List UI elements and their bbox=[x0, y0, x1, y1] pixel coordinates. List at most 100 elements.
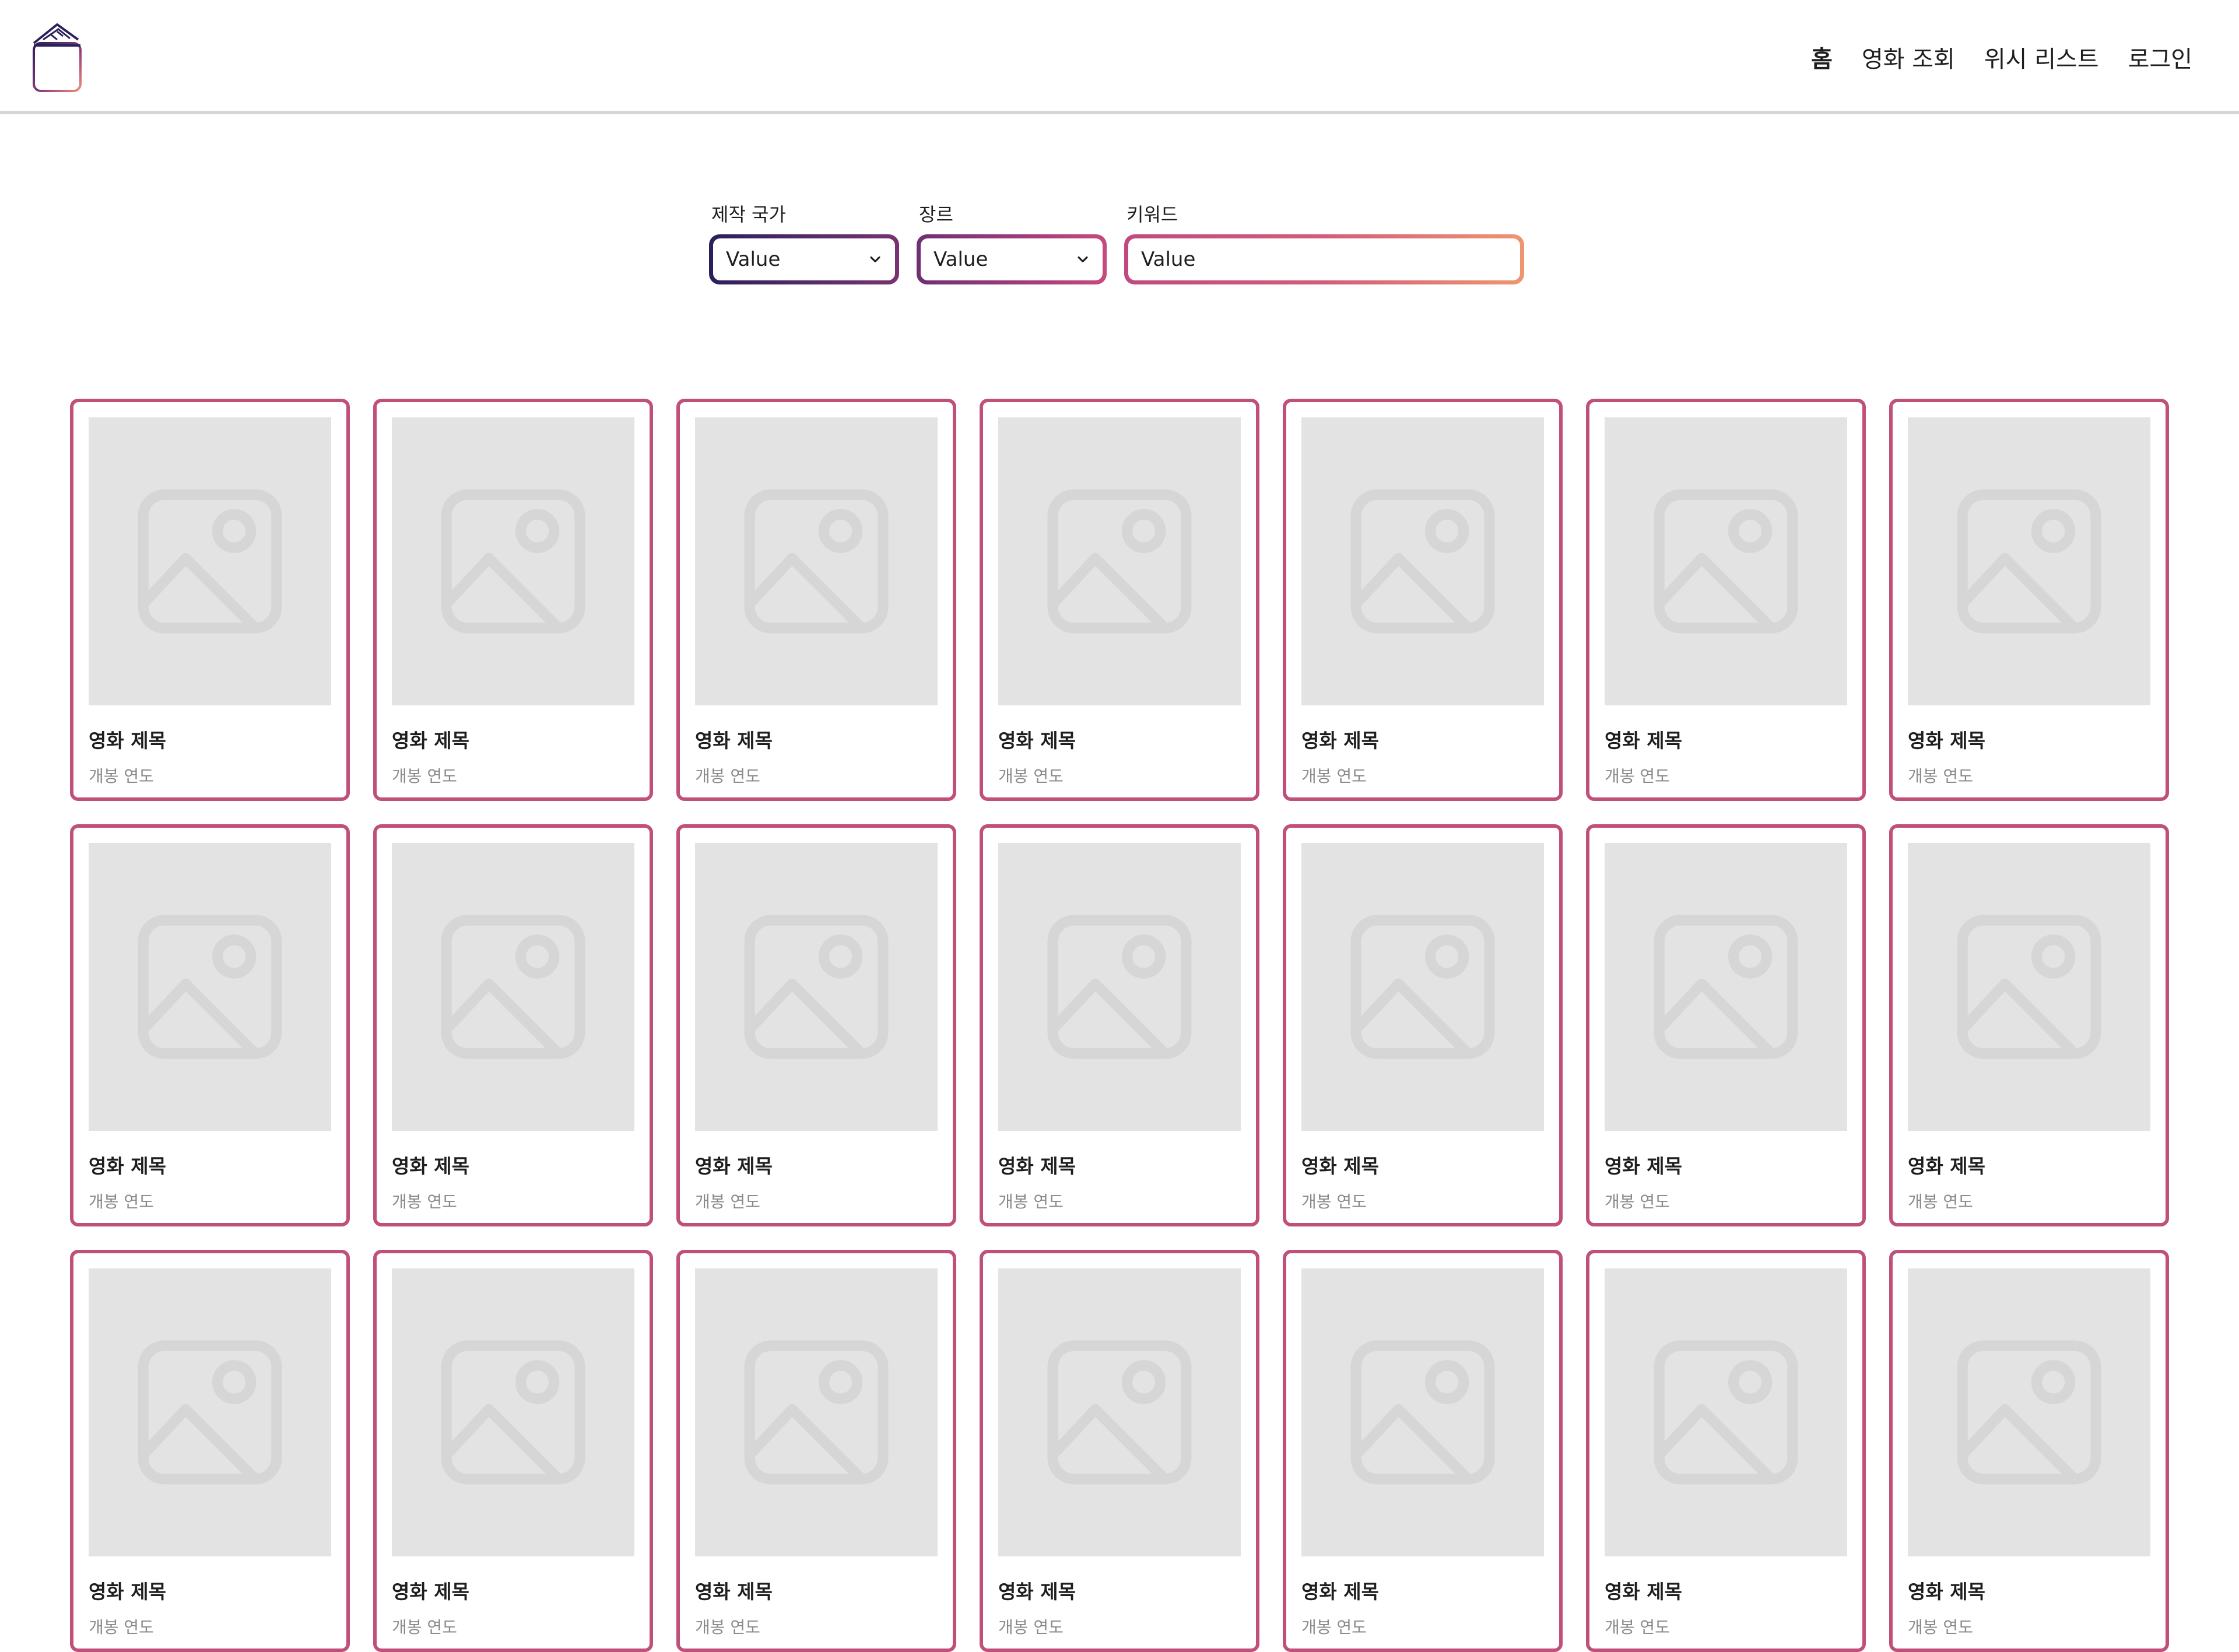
movie-card[interactable]: 영화 제목 개봉 연도 bbox=[676, 399, 956, 801]
image-placeholder-icon bbox=[1047, 1340, 1192, 1485]
movie-card[interactable]: 영화 제목 개봉 연도 bbox=[1586, 824, 1866, 1226]
movie-title: 영화 제목 bbox=[695, 1580, 773, 1603]
movie-poster-placeholder bbox=[392, 1268, 634, 1556]
movie-release-year: 개봉 연도 bbox=[998, 1618, 1064, 1637]
country-filter-label: 제작 국가 bbox=[711, 203, 786, 226]
movie-title: 영화 제목 bbox=[1301, 1155, 1379, 1178]
movie-release-year: 개봉 연도 bbox=[1301, 767, 1367, 786]
movie-poster-placeholder bbox=[1301, 1268, 1544, 1556]
country-select-border: Value bbox=[709, 234, 899, 284]
movie-title: 영화 제목 bbox=[392, 1155, 469, 1178]
wallet-ticket-logo-icon[interactable] bbox=[31, 22, 85, 93]
movie-poster-placeholder bbox=[1908, 417, 2150, 705]
movie-poster-placeholder bbox=[695, 1268, 938, 1556]
movie-card[interactable]: 영화 제목 개봉 연도 bbox=[980, 824, 1259, 1226]
image-placeholder-icon bbox=[441, 915, 585, 1059]
movie-card[interactable]: 영화 제목 개봉 연도 bbox=[373, 824, 653, 1226]
nav-login[interactable]: 로그인 bbox=[2128, 40, 2192, 74]
nav-home[interactable]: 홈 bbox=[1811, 40, 1833, 74]
keyword-input-border: Value bbox=[1124, 234, 1524, 284]
image-placeholder-icon bbox=[1350, 489, 1495, 634]
movie-card[interactable]: 영화 제목 개봉 연도 bbox=[980, 1250, 1259, 1652]
movie-card[interactable]: 영화 제목 개봉 연도 bbox=[1283, 1250, 1563, 1652]
image-placeholder-icon bbox=[1350, 915, 1495, 1059]
movie-card[interactable]: 영화 제목 개봉 연도 bbox=[1283, 399, 1563, 801]
chevron-down-icon bbox=[1078, 256, 1088, 263]
movie-title: 영화 제목 bbox=[998, 729, 1076, 752]
movie-poster-placeholder bbox=[695, 417, 938, 705]
movie-release-year: 개봉 연도 bbox=[1605, 1618, 1670, 1637]
movie-title: 영화 제목 bbox=[998, 1580, 1076, 1603]
movie-poster-placeholder bbox=[1301, 843, 1544, 1131]
movie-card[interactable]: 영화 제목 개봉 연도 bbox=[373, 399, 653, 801]
genre-select[interactable]: Value bbox=[921, 238, 1103, 280]
movie-poster-placeholder bbox=[392, 417, 634, 705]
movie-poster-placeholder bbox=[1605, 1268, 1847, 1556]
image-placeholder-icon bbox=[441, 1340, 585, 1485]
country-filter: 제작 국가 Value bbox=[709, 203, 899, 284]
movie-poster-placeholder bbox=[695, 843, 938, 1131]
keyword-input[interactable]: Value bbox=[1128, 238, 1520, 280]
movie-release-year: 개봉 연도 bbox=[1908, 1618, 1973, 1637]
movie-poster-placeholder bbox=[1605, 843, 1847, 1131]
movie-card[interactable]: 영화 제목 개봉 연도 bbox=[1586, 1250, 1866, 1652]
movie-release-year: 개봉 연도 bbox=[1605, 767, 1670, 786]
movie-release-year: 개봉 연도 bbox=[998, 1192, 1064, 1211]
movie-card[interactable]: 영화 제목 개봉 연도 bbox=[1889, 399, 2169, 801]
movie-release-year: 개봉 연도 bbox=[89, 1618, 154, 1637]
movie-title: 영화 제목 bbox=[89, 1580, 166, 1603]
movie-poster-placeholder bbox=[1605, 417, 1847, 705]
movie-poster-placeholder bbox=[998, 843, 1241, 1131]
movie-release-year: 개봉 연도 bbox=[89, 767, 154, 786]
genre-select-border: Value bbox=[917, 234, 1107, 284]
image-placeholder-icon bbox=[1957, 915, 2101, 1059]
movie-poster-placeholder bbox=[998, 417, 1241, 705]
movie-card[interactable]: 영화 제목 개봉 연도 bbox=[980, 399, 1259, 801]
movie-release-year: 개봉 연도 bbox=[1605, 1192, 1670, 1211]
movie-release-year: 개봉 연도 bbox=[89, 1192, 154, 1211]
movie-poster-placeholder bbox=[1908, 1268, 2150, 1556]
country-select-value: Value bbox=[726, 248, 781, 271]
nav-wishlist[interactable]: 위시 리스트 bbox=[1984, 40, 2099, 74]
keyword-filter: 키워드 Value bbox=[1124, 203, 1524, 284]
movie-card[interactable]: 영화 제목 개봉 연도 bbox=[70, 399, 350, 801]
chevron-down-icon bbox=[870, 256, 880, 263]
movie-title: 영화 제목 bbox=[695, 1155, 773, 1178]
movie-title: 영화 제목 bbox=[89, 729, 166, 752]
movie-release-year: 개봉 연도 bbox=[1908, 767, 1973, 786]
nav-movie-search[interactable]: 영화 조회 bbox=[1862, 40, 1955, 74]
movie-card[interactable]: 영화 제목 개봉 연도 bbox=[676, 824, 956, 1226]
genre-filter: 장르 Value bbox=[917, 203, 1107, 284]
movie-poster-placeholder bbox=[89, 1268, 331, 1556]
movie-card[interactable]: 영화 제목 개봉 연도 bbox=[676, 1250, 956, 1652]
movie-release-year: 개봉 연도 bbox=[1908, 1192, 1973, 1211]
movie-title: 영화 제목 bbox=[1605, 729, 1682, 752]
country-select[interactable]: Value bbox=[713, 238, 895, 280]
image-placeholder-icon bbox=[1047, 489, 1192, 634]
movie-card[interactable]: 영화 제목 개봉 연도 bbox=[1586, 399, 1866, 801]
movie-card[interactable]: 영화 제목 개봉 연도 bbox=[1889, 1250, 2169, 1652]
movie-poster-placeholder bbox=[998, 1268, 1241, 1556]
movie-card[interactable]: 영화 제목 개봉 연도 bbox=[70, 1250, 350, 1652]
movie-card[interactable]: 영화 제목 개봉 연도 bbox=[373, 1250, 653, 1652]
movie-title: 영화 제목 bbox=[1605, 1580, 1682, 1603]
movie-title: 영화 제목 bbox=[998, 1155, 1076, 1178]
movie-release-year: 개봉 연도 bbox=[392, 1618, 457, 1637]
movie-title: 영화 제목 bbox=[392, 729, 469, 752]
movie-poster-placeholder bbox=[1301, 417, 1544, 705]
image-placeholder-icon bbox=[1957, 489, 2101, 634]
movie-card[interactable]: 영화 제목 개봉 연도 bbox=[1889, 824, 2169, 1226]
movie-card[interactable]: 영화 제목 개봉 연도 bbox=[1283, 824, 1563, 1226]
movie-card[interactable]: 영화 제목 개봉 연도 bbox=[70, 824, 350, 1226]
movie-title: 영화 제목 bbox=[392, 1580, 469, 1603]
movie-release-year: 개봉 연도 bbox=[695, 1618, 760, 1637]
movie-release-year: 개봉 연도 bbox=[1301, 1618, 1367, 1637]
movie-release-year: 개봉 연도 bbox=[1301, 1192, 1367, 1211]
movie-title: 영화 제목 bbox=[695, 729, 773, 752]
movie-grid: 영화 제목 개봉 연도 영화 제목 개봉 연도 영화 제목 개봉 연도 영화 제… bbox=[70, 399, 2169, 1652]
movie-release-year: 개봉 연도 bbox=[392, 767, 457, 786]
movie-poster-placeholder bbox=[392, 843, 634, 1131]
movie-release-year: 개봉 연도 bbox=[695, 767, 760, 786]
keyword-input-value: Value bbox=[1141, 248, 1196, 271]
image-placeholder-icon bbox=[1047, 915, 1192, 1059]
